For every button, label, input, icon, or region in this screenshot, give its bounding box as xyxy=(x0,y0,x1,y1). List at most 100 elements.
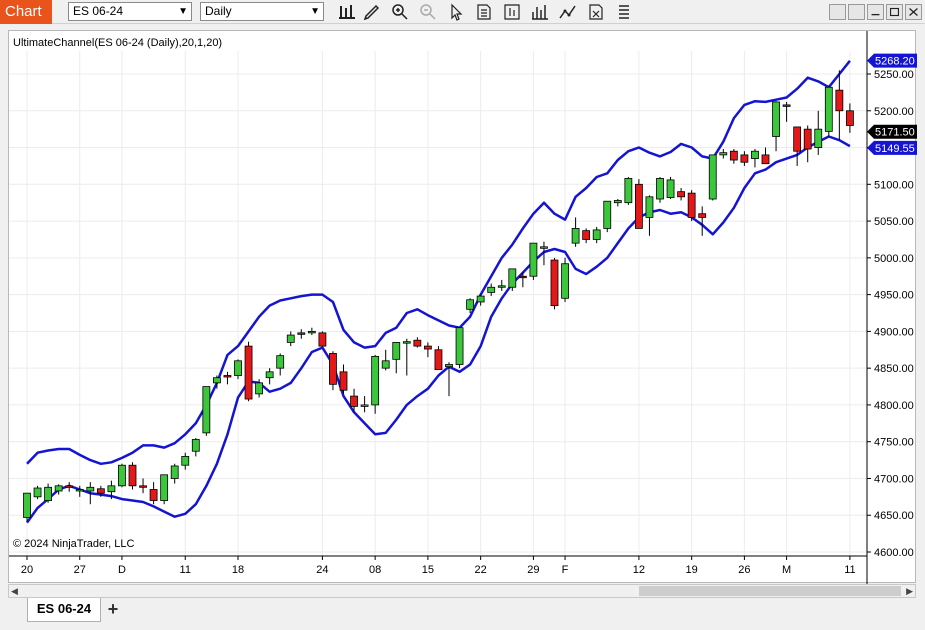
candle xyxy=(635,179,643,229)
candle xyxy=(603,200,612,233)
price-tick-label: 4950.00 xyxy=(874,290,914,302)
price-tick-label: 4850.00 xyxy=(874,363,914,375)
price-tick-label: 4700.00 xyxy=(874,473,914,485)
candle-body xyxy=(96,488,105,494)
candle-body xyxy=(360,404,369,407)
candle-body xyxy=(550,259,559,307)
bar-type-icon[interactable] xyxy=(337,2,357,22)
candle xyxy=(149,482,158,505)
candle-body xyxy=(740,154,749,163)
candle xyxy=(729,149,738,164)
candle xyxy=(740,151,749,166)
candle xyxy=(265,368,274,385)
candle-body xyxy=(835,89,844,112)
candle-body xyxy=(518,275,527,279)
zoom-out-icon[interactable] xyxy=(418,2,438,22)
candle-body xyxy=(350,395,358,407)
candle xyxy=(782,101,791,122)
candle xyxy=(751,149,759,168)
candle-body xyxy=(666,179,675,198)
chart-panel[interactable]: 5250.005200.005150.005100.005050.005000.… xyxy=(8,30,917,584)
price-tick-label: 4800.00 xyxy=(874,400,914,412)
candle-body xyxy=(782,104,791,107)
candle-body xyxy=(803,128,812,150)
candle-body xyxy=(434,349,443,371)
candle xyxy=(381,349,390,371)
candle-body xyxy=(223,375,232,378)
time-tick-label: 15 xyxy=(422,564,434,576)
candle xyxy=(561,257,569,302)
candle-body xyxy=(719,152,728,156)
candle xyxy=(276,353,285,376)
drawing-tool-icon[interactable] xyxy=(362,2,382,22)
restore-icon[interactable] xyxy=(829,4,846,20)
time-tick-label: 18 xyxy=(232,564,244,576)
candle xyxy=(656,176,664,203)
candle-body xyxy=(181,455,190,466)
instrument-value: ES 06-24 xyxy=(73,4,124,18)
candle-body xyxy=(128,464,137,487)
candle xyxy=(244,341,253,402)
close-icon[interactable] xyxy=(905,4,922,20)
candle-body xyxy=(170,465,179,479)
candle-body xyxy=(139,485,147,488)
candle-body xyxy=(613,200,622,204)
data-box-icon[interactable] xyxy=(474,2,494,22)
candle-body xyxy=(33,487,42,498)
candle xyxy=(371,354,380,414)
candle-body xyxy=(255,382,264,395)
tab-es-06-24[interactable]: ES 06-24 xyxy=(27,598,101,622)
time-tick-label: 22 xyxy=(475,564,487,576)
candle xyxy=(571,217,580,247)
candle-body xyxy=(392,342,401,360)
price-tag: 5268.20 xyxy=(867,53,917,68)
scrollbar-thumb[interactable] xyxy=(639,586,901,596)
candle-body xyxy=(529,242,538,277)
time-tick-label: 29 xyxy=(527,564,539,576)
candle xyxy=(476,294,485,306)
candle xyxy=(529,242,538,280)
candle-body xyxy=(44,486,52,501)
horizontal-scrollbar[interactable]: ◀ ▶ xyxy=(8,584,916,598)
instrument-selector[interactable]: ES 06-24 ▼ xyxy=(68,2,192,21)
candle-body xyxy=(561,263,569,299)
strategies-icon[interactable] xyxy=(558,2,578,22)
chart-style-icon[interactable] xyxy=(502,2,522,22)
time-tick-label: 26 xyxy=(738,564,750,576)
properties-icon[interactable] xyxy=(586,2,606,22)
candle-body xyxy=(423,345,432,350)
candle-body xyxy=(677,191,685,198)
candle xyxy=(666,176,675,200)
scroll-right-icon[interactable]: ▶ xyxy=(906,585,913,597)
time-tick-label: 24 xyxy=(316,564,328,576)
pointer-icon[interactable] xyxy=(446,2,466,22)
add-tab-button[interactable]: + xyxy=(103,599,123,619)
price-tick-label: 5000.00 xyxy=(874,253,914,265)
price-chart[interactable]: 5250.005200.005150.005100.005050.005000.… xyxy=(9,31,917,584)
candle-body xyxy=(23,492,31,518)
period-selector[interactable]: Daily ▼ xyxy=(200,2,324,21)
candle xyxy=(687,190,696,222)
zoom-in-icon[interactable] xyxy=(390,2,410,22)
templates-icon[interactable] xyxy=(614,2,634,22)
price-tick-label: 4650.00 xyxy=(874,510,914,522)
candle xyxy=(624,176,633,205)
time-tick-label: 11 xyxy=(844,564,855,576)
candle-body xyxy=(212,377,221,384)
candle-body xyxy=(708,154,717,200)
indicators-icon[interactable] xyxy=(530,2,550,22)
candle-body xyxy=(445,364,453,368)
minimize-window-icon[interactable] xyxy=(867,4,884,20)
candle xyxy=(814,110,823,155)
candle-body xyxy=(751,150,759,159)
candle xyxy=(318,331,327,347)
minimize-icon[interactable] xyxy=(848,4,865,20)
candle xyxy=(835,70,844,141)
copyright-text: © 2024 NinjaTrader, LLC xyxy=(13,538,135,550)
candle-body xyxy=(793,126,802,152)
candle-body xyxy=(86,486,95,492)
candle xyxy=(191,438,200,457)
candle xyxy=(455,327,464,369)
scroll-left-icon[interactable]: ◀ xyxy=(11,585,18,597)
maximize-icon[interactable] xyxy=(886,4,903,20)
